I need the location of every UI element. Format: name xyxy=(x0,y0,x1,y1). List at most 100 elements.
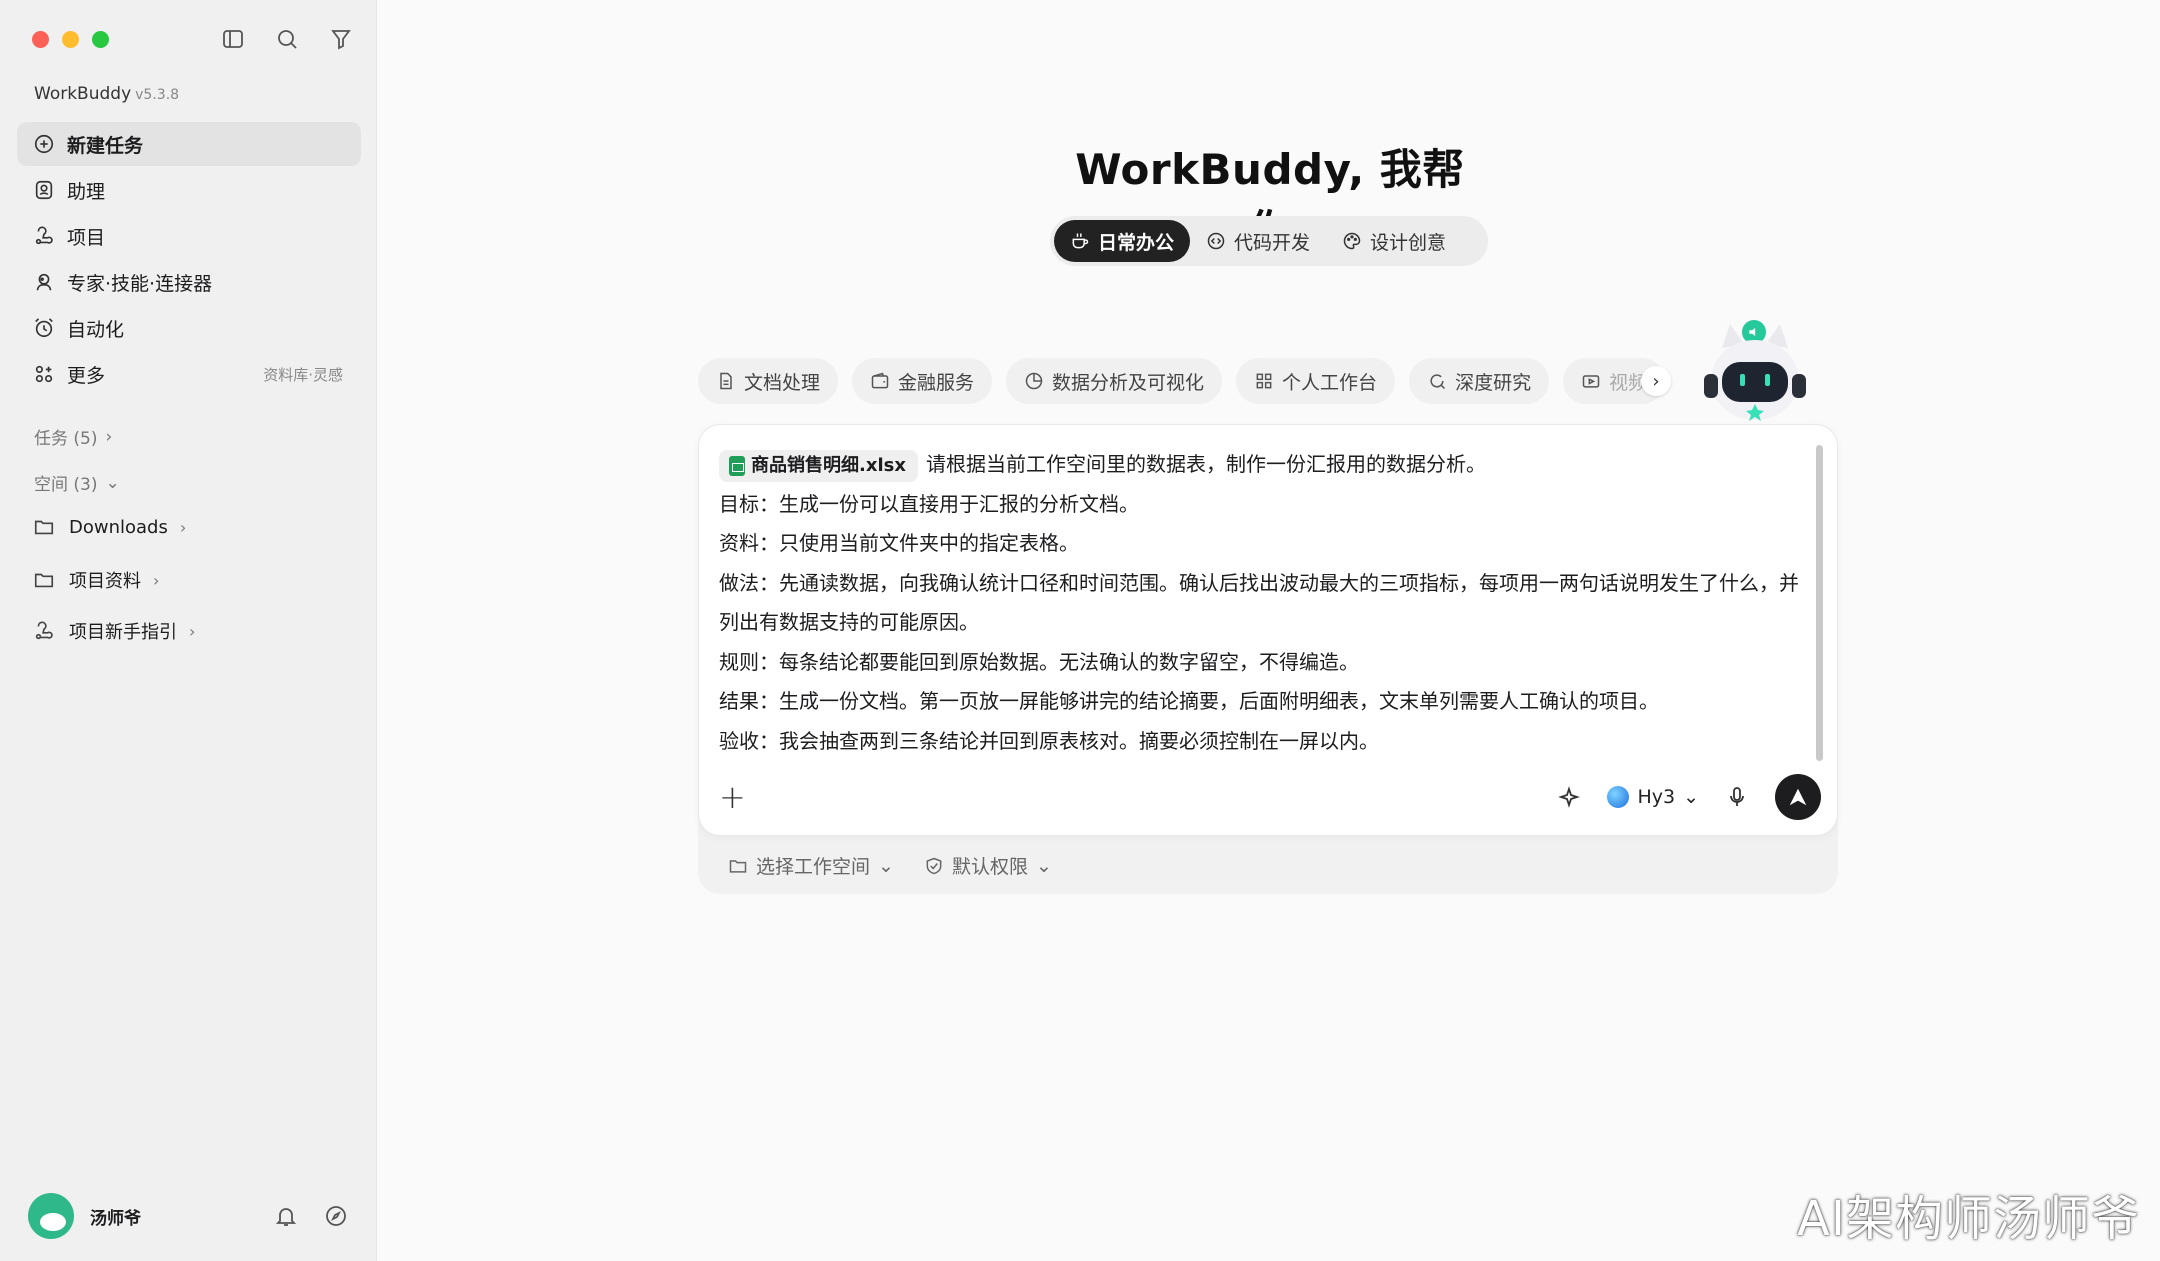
prompt-line-text: 请根据当前工作空间里的数据表，制作一份汇报用的数据分析。 xyxy=(925,452,1486,476)
permission-selector[interactable]: 默认权限 ⌄ xyxy=(924,852,1052,879)
document-icon xyxy=(720,372,732,390)
alarm-clock-icon xyxy=(33,317,55,339)
folder-downloads[interactable]: Downloads › xyxy=(33,516,186,538)
window-controls xyxy=(32,31,109,48)
tab-daily-office[interactable]: 日常办公 xyxy=(1054,220,1191,262)
prompt-line: 资料：只使用当前文件夹中的指定表格。 xyxy=(719,531,1079,555)
category-chips: 文档处理 金融服务 数据分析及可视化 个人工作台 深度研究 视频 xyxy=(698,358,1670,404)
prompt-line: 验收：我会抽查两到三条结论并回到原表核对。摘要必须控制在一屏以内。 xyxy=(719,728,1379,753)
prompt-text[interactable]: 商品销售明细.xlsx 请根据当前工作空间里的数据表，制作一份汇报用的数据分析。 … xyxy=(719,445,1815,761)
sidebar-item-label: 更多 xyxy=(67,364,106,387)
composer-options: 选择工作空间 ⌄ 默认权限 ⌄ xyxy=(728,852,1052,879)
sidebar-item-label: 自动化 xyxy=(67,318,125,341)
sidebar-item-more[interactable]: 更多 资料库·灵感 xyxy=(17,352,361,396)
chip-workspace[interactable]: 个人工作台 xyxy=(1236,358,1396,404)
bell-icon[interactable] xyxy=(274,1204,298,1228)
shield-check-icon xyxy=(926,857,942,874)
tab-label: 代码开发 xyxy=(1234,231,1311,254)
sidebar-item-label: 项目 xyxy=(67,226,106,249)
prompt-line: 结果：生成一份文档。第一页放一屏能够讲完的结论摘要，后面附明细表，文末单列需要人… xyxy=(719,689,1659,713)
folder-label: Downloads xyxy=(69,516,168,538)
filter-icon[interactable] xyxy=(328,26,354,52)
sidebar-item-label: 新建任务 xyxy=(67,134,144,157)
coffee-icon xyxy=(1072,233,1089,249)
prompt-line: 做法：先通读数据，向我确认统计口径和时间范围。确认后找出波动最大的三项指标，每项… xyxy=(719,570,1799,635)
app-version: v5.3.8 xyxy=(135,87,180,103)
avatar[interactable] xyxy=(28,1193,74,1239)
chip-finance[interactable]: 金融服务 xyxy=(852,358,993,404)
app-name: WorkBuddy v5.3.8 xyxy=(34,84,179,104)
chevron-right-icon: › xyxy=(189,621,196,641)
permission-label: 默认权限 xyxy=(951,856,1028,878)
user-panel: 汤师爷 xyxy=(28,1193,348,1239)
folder-project-guide[interactable]: 项目新手指引 › xyxy=(33,618,195,644)
folder-icon xyxy=(34,573,54,588)
minimize-window-button[interactable] xyxy=(62,31,79,48)
composer[interactable]: 商品销售明细.xlsx 请根据当前工作空间里的数据表，制作一份汇报用的数据分析。 … xyxy=(698,424,1838,836)
toggle-sidebar-icon[interactable] xyxy=(220,26,246,52)
sidebar-nav: 新建任务 助理 项目 专家·技能·连接器 自动化 更多 资料库·灵感 xyxy=(17,122,361,398)
chevron-right-icon: › xyxy=(105,426,113,447)
tab-design[interactable]: 设计创意 xyxy=(1326,220,1462,262)
folder-label: 项目资料 xyxy=(69,571,141,592)
sidebar-item-project[interactable]: 项目 xyxy=(17,214,361,258)
chip-document[interactable]: 文档处理 xyxy=(698,358,839,404)
video-icon xyxy=(1582,375,1600,388)
send-button[interactable] xyxy=(1775,774,1821,820)
microphone-icon[interactable] xyxy=(1725,785,1749,809)
zoom-window-button[interactable] xyxy=(92,31,109,48)
assistant-icon xyxy=(33,179,55,201)
folder-project-materials[interactable]: 项目资料 › xyxy=(33,567,159,593)
chevron-down-icon: ⌄ xyxy=(878,854,894,877)
chevron-right-icon[interactable]: › xyxy=(1641,366,1671,396)
chip-label: 金融服务 xyxy=(898,371,975,394)
sidebar-item-sub[interactable]: 资料库·灵感 xyxy=(263,364,343,385)
sidebar-item-experts[interactable]: 专家·技能·连接器 xyxy=(17,260,361,304)
app-name-text: WorkBuddy xyxy=(34,84,132,104)
watermark: AI架构师汤师爷 xyxy=(1797,1191,2140,1247)
tab-code-dev[interactable]: 代码开发 xyxy=(1190,220,1326,262)
search-icon[interactable] xyxy=(274,26,300,52)
chevron-down-icon: ⌄ xyxy=(105,472,120,493)
mode-tabs: 日常办公 代码开发 设计创意 xyxy=(1050,216,1488,266)
tab-label: 日常办公 xyxy=(1098,231,1175,254)
model-icon xyxy=(1607,786,1630,808)
add-attachment-button[interactable]: + xyxy=(719,778,749,816)
grid-icon xyxy=(1256,373,1272,389)
compass-icon[interactable] xyxy=(324,1204,348,1228)
apps-icon xyxy=(33,363,55,385)
plus-circle-icon xyxy=(33,133,55,155)
chevron-down-icon: ⌄ xyxy=(1035,854,1052,877)
tasks-section[interactable]: 任务 (5) › xyxy=(34,424,113,450)
chip-label: 文档处理 xyxy=(744,371,821,394)
sidebar-item-assistant[interactable]: 助理 xyxy=(17,168,361,212)
model-name: Hy3 xyxy=(1637,786,1676,808)
scrollbar[interactable] xyxy=(1816,445,1823,761)
palette-icon xyxy=(1343,232,1361,250)
workspace-selector[interactable]: 选择工作空间 ⌄ xyxy=(728,852,894,879)
user-name[interactable]: 汤师爷 xyxy=(90,1204,141,1229)
model-selector[interactable]: Hy3 ⌄ xyxy=(1607,786,1699,808)
prompt-line: 商品销售明细.xlsx 请根据当前工作空间里的数据表，制作一份汇报用的数据分析。 xyxy=(719,445,1815,485)
chevron-down-icon: ⌄ xyxy=(1683,786,1699,808)
tasks-label: 任务 (5) xyxy=(34,429,98,449)
sparkle-icon[interactable] xyxy=(1557,785,1581,809)
folder-icon xyxy=(729,859,747,873)
send-icon xyxy=(1789,788,1807,806)
spaces-section[interactable]: 空间 (3) ⌄ xyxy=(34,470,120,496)
close-window-button[interactable] xyxy=(32,31,49,48)
sidebar-toolbar xyxy=(220,26,354,52)
research-icon xyxy=(1430,374,1446,390)
sidebar-item-new-task[interactable]: 新建任务 xyxy=(17,122,361,166)
attached-file-chip[interactable]: 商品销售明细.xlsx xyxy=(719,449,918,482)
chip-research[interactable]: 深度研究 xyxy=(1409,358,1550,404)
composer-toolbar: + Hy3 ⌄ xyxy=(719,773,1821,821)
code-icon xyxy=(1207,232,1225,250)
sidebar-item-automation[interactable]: 自动化 xyxy=(17,306,361,350)
chip-label: 数据分析及可视化 xyxy=(1052,371,1205,394)
robot-mascot xyxy=(1704,324,1806,421)
sidebar: WorkBuddy v5.3.8 新建任务 助理 项目 专家·技能·连接器 自动化… xyxy=(0,0,377,1261)
expert-icon xyxy=(33,271,55,293)
prompt-line: 目标：生成一份可以直接用于汇报的分析文档。 xyxy=(719,491,1139,516)
chip-data-analysis[interactable]: 数据分析及可视化 xyxy=(1006,358,1223,404)
